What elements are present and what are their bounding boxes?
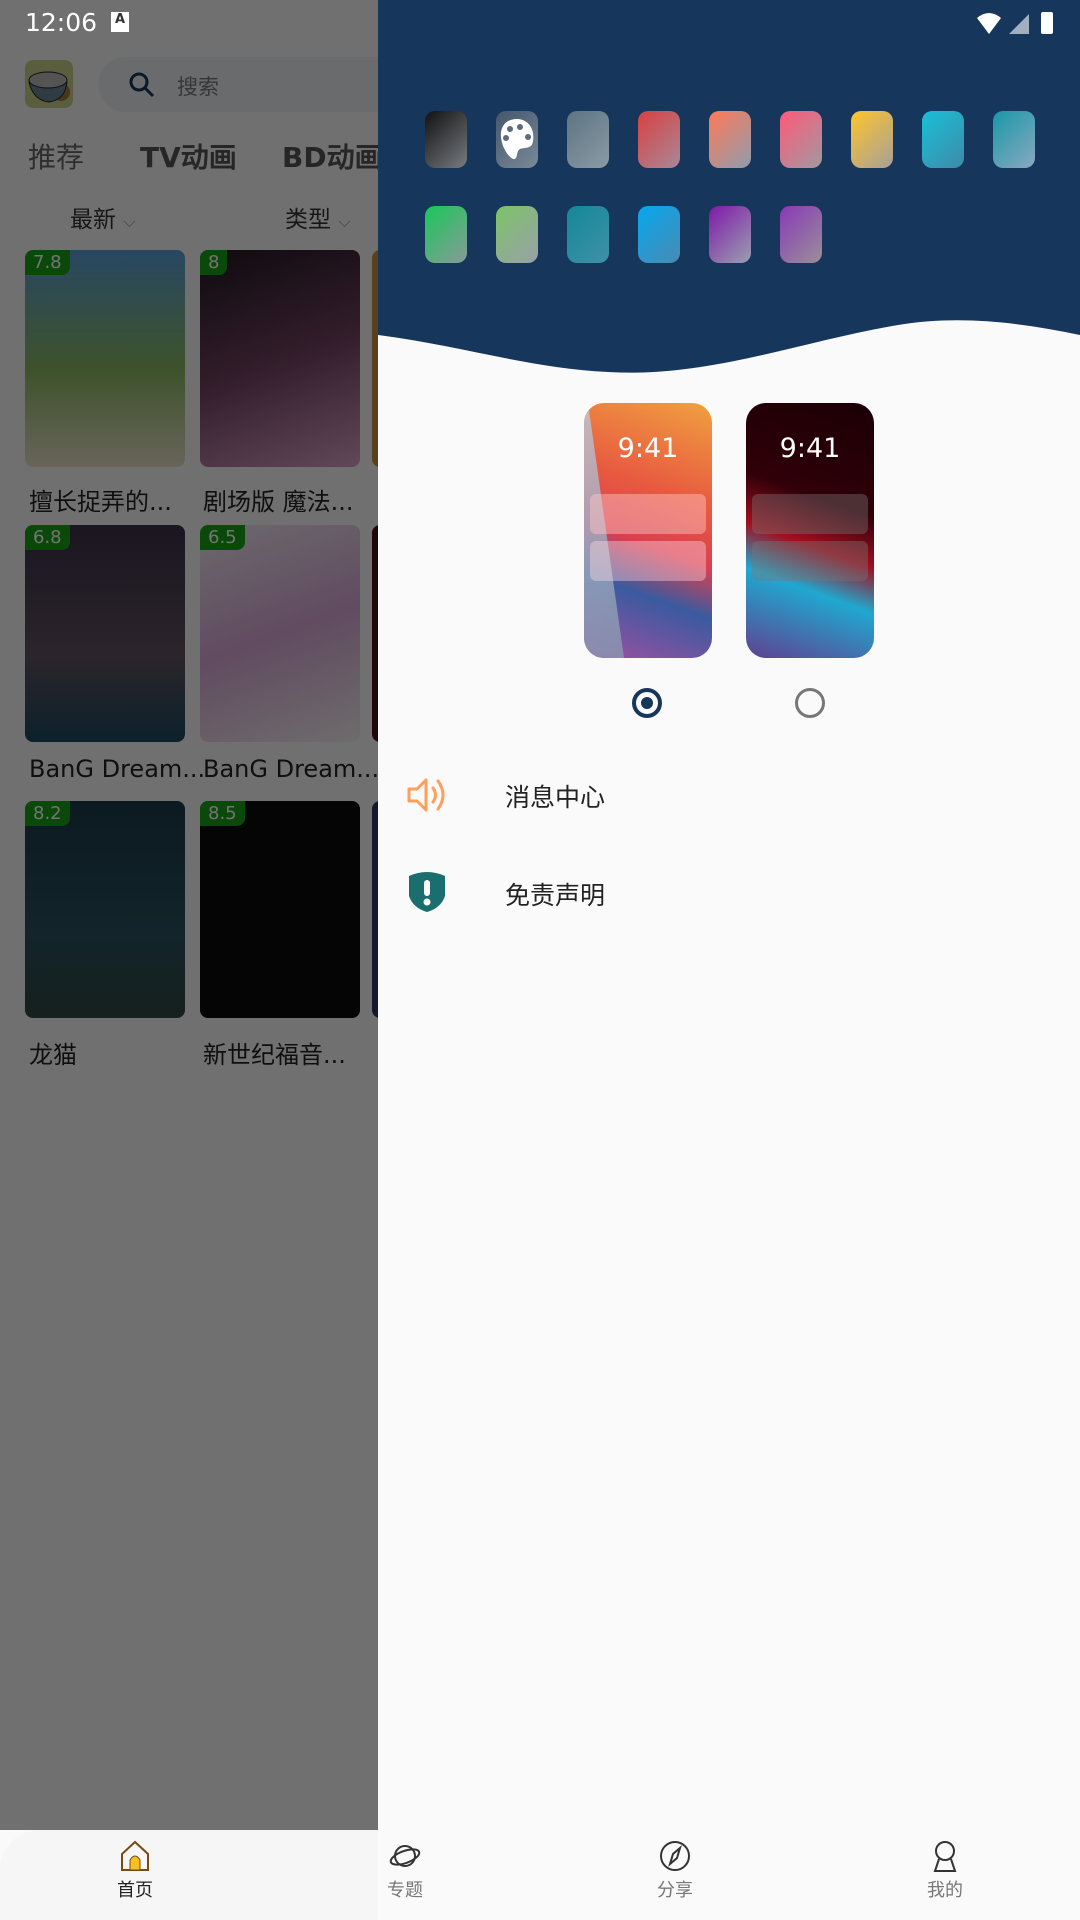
- color-swatch[interactable]: [709, 111, 751, 168]
- anime-card[interactable]: 8.5: [200, 801, 360, 1018]
- theme-preview-light[interactable]: 9:41: [584, 403, 712, 658]
- nav-label: 分享: [657, 1880, 693, 1901]
- anime-card[interactable]: 8: [200, 250, 360, 467]
- card-title[interactable]: 擅长捉弄的...: [29, 482, 172, 517]
- card-title[interactable]: 龙猫: [29, 1035, 77, 1070]
- nav-label: 我的: [927, 1880, 963, 1901]
- home-icon: [121, 1840, 149, 1871]
- signal-icon: [1009, 14, 1029, 34]
- nav-label: 首页: [117, 1880, 153, 1901]
- shield-alert-icon: [409, 872, 445, 912]
- anime-card[interactable]: 8.2: [25, 801, 185, 1018]
- chevron-down-icon: ⌵: [338, 212, 351, 231]
- filter-label: 最新: [70, 207, 116, 233]
- nav-label: 专题: [387, 1880, 423, 1901]
- status-icons: [975, 10, 1075, 40]
- rating-badge: 7.8: [25, 250, 70, 275]
- palette-icon: [500, 119, 534, 159]
- nav-share[interactable]: 分享: [615, 1840, 735, 1915]
- color-swatch[interactable]: [851, 111, 893, 168]
- preview-panel: [590, 541, 706, 581]
- card-title[interactable]: 剧场版 魔法...: [203, 482, 354, 517]
- user-icon: [933, 1841, 957, 1872]
- menu-item-message-center[interactable]: 消息中心: [378, 750, 1080, 840]
- compass-icon: [660, 1841, 690, 1871]
- color-swatch[interactable]: [709, 206, 751, 263]
- rating-badge: 6.5: [200, 525, 245, 550]
- color-swatch[interactable]: [425, 206, 467, 263]
- wifi-icon: [977, 13, 1001, 34]
- color-swatch[interactable]: [567, 206, 609, 263]
- preview-time: 9:41: [779, 433, 841, 464]
- light-theme-radio[interactable]: [632, 688, 662, 718]
- menu-label: 消息中心: [505, 783, 606, 812]
- card-title[interactable]: BanG Dream...: [29, 755, 205, 783]
- preview-panel: [752, 494, 868, 534]
- color-swatch[interactable]: [638, 111, 680, 168]
- planet-icon: [389, 1845, 421, 1867]
- rating-badge: 8.2: [25, 801, 70, 826]
- color-swatch[interactable]: [993, 111, 1035, 168]
- app-logo[interactable]: [25, 60, 73, 108]
- drawer-header-wave: [378, 0, 1080, 373]
- card-title[interactable]: BanG Dream...: [203, 755, 379, 783]
- filter-latest[interactable]: 最新 ⌵: [70, 200, 135, 234]
- color-swatch[interactable]: [780, 111, 822, 168]
- battery-icon: [1041, 12, 1053, 34]
- tab-bd-anime[interactable]: BD动画: [282, 136, 383, 176]
- speaker-icon: [407, 778, 445, 812]
- card-title[interactable]: 新世纪福音...: [203, 1035, 346, 1070]
- filter-label: 类型: [285, 207, 331, 233]
- search-placeholder: 搜索: [177, 75, 219, 99]
- tab-recommend[interactable]: 推荐: [28, 136, 84, 176]
- nav-profile[interactable]: 我的: [885, 1840, 1005, 1915]
- color-swatch[interactable]: [922, 111, 964, 168]
- color-swatch[interactable]: [780, 206, 822, 263]
- rating-badge: 8.5: [200, 801, 245, 826]
- keyboard-indicator-icon: A: [111, 12, 129, 32]
- color-swatch[interactable]: [567, 111, 609, 168]
- color-swatch[interactable]: [638, 206, 680, 263]
- rating-badge: 6.8: [25, 525, 70, 550]
- rating-badge: 8: [200, 250, 228, 275]
- anime-card[interactable]: 6.8: [25, 525, 185, 742]
- status-time: 12:06: [25, 8, 98, 37]
- nav-home[interactable]: 首页: [75, 1840, 195, 1915]
- anime-card[interactable]: 7.8: [25, 250, 185, 467]
- color-swatch[interactable]: [496, 206, 538, 263]
- preview-panel: [590, 494, 706, 534]
- color-swatch[interactable]: [496, 111, 538, 168]
- dark-theme-radio[interactable]: [795, 688, 825, 718]
- anime-card[interactable]: 6.5: [200, 525, 360, 742]
- theme-preview-dark[interactable]: 9:41: [746, 403, 874, 658]
- nav-topics[interactable]: 专题: [345, 1840, 465, 1915]
- menu-item-disclaimer[interactable]: 免责声明: [378, 848, 1080, 938]
- tab-tv-anime[interactable]: TV动画: [140, 136, 237, 176]
- color-swatch[interactable]: [425, 111, 467, 168]
- menu-label: 免责声明: [505, 881, 606, 910]
- filter-type[interactable]: 类型 ⌵: [285, 200, 350, 234]
- search-icon: [129, 72, 155, 98]
- preview-time: 9:41: [617, 433, 679, 464]
- preview-panel: [752, 541, 868, 581]
- chevron-down-icon: ⌵: [123, 212, 136, 231]
